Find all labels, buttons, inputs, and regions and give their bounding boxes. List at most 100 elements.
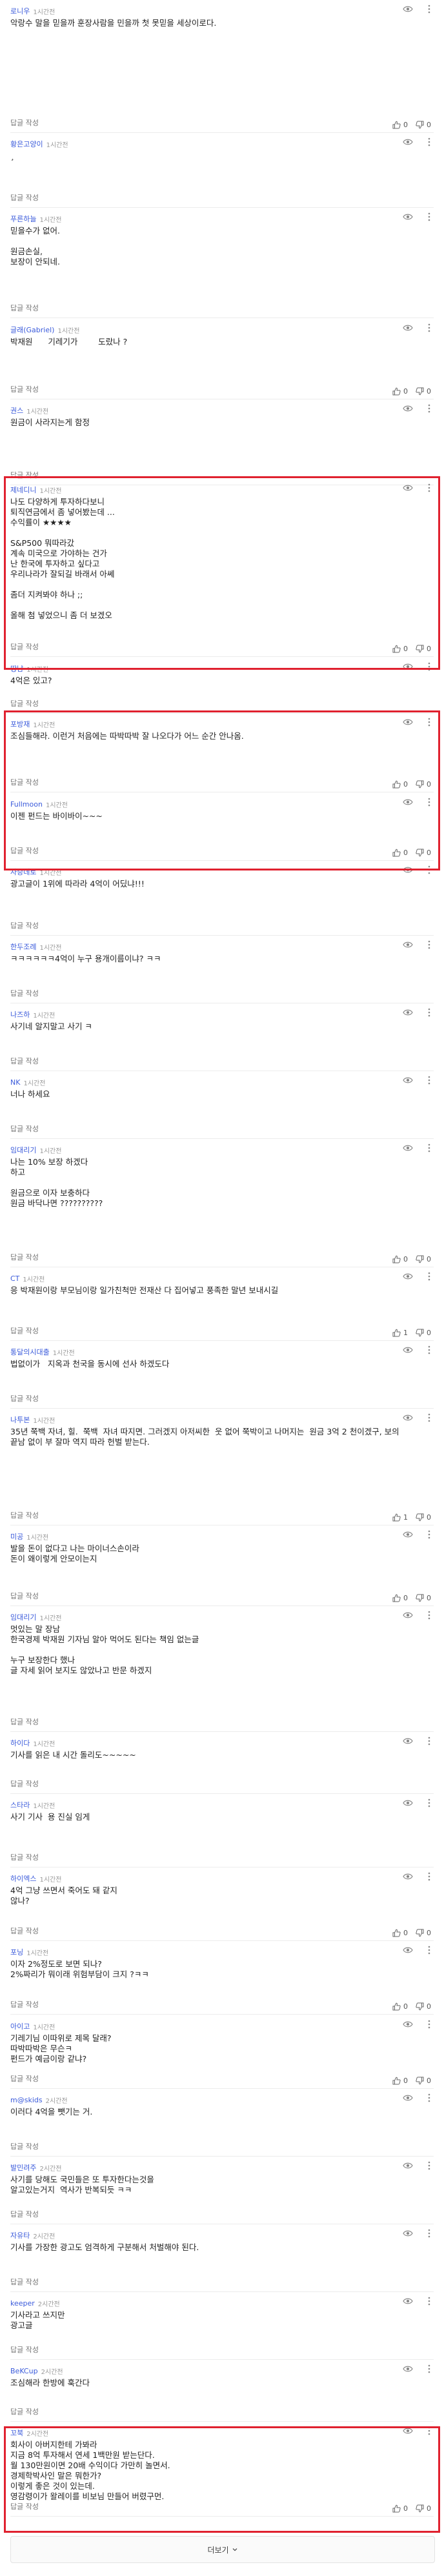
more-options-icon[interactable] [427, 865, 431, 874]
comment-author[interactable]: 로니우 [10, 6, 30, 16]
comment-author[interactable]: 땅남 [10, 663, 23, 674]
comment-author[interactable]: 권스 [10, 405, 23, 416]
reply-button[interactable]: 답글 작성 [10, 845, 39, 856]
eye-icon[interactable] [403, 1009, 413, 1016]
eye-icon[interactable] [403, 663, 413, 670]
more-options-icon[interactable] [427, 2426, 431, 2435]
comment-author[interactable]: 하이엑스 [10, 1873, 36, 1884]
eye-icon[interactable] [403, 213, 413, 221]
reply-button[interactable]: 답글 작성 [10, 777, 39, 787]
comment-author[interactable]: 황은고양이 [10, 139, 43, 149]
more-options-icon[interactable] [427, 323, 431, 332]
more-options-icon[interactable] [427, 1736, 431, 1746]
dislike-button[interactable]: 0 [416, 2504, 431, 2513]
more-options-icon[interactable] [427, 483, 431, 492]
comment-author[interactable]: 한두조례 [10, 941, 36, 952]
eye-icon[interactable] [403, 5, 413, 13]
dislike-button[interactable]: 0 [416, 645, 431, 653]
comment-author[interactable]: NK [10, 1078, 20, 1087]
more-options-icon[interactable] [427, 1946, 431, 1955]
eye-icon[interactable] [403, 1946, 413, 1954]
reply-button[interactable]: 답글 작성 [10, 920, 39, 931]
dislike-button[interactable]: 0 [416, 1594, 431, 1602]
more-options-icon[interactable] [427, 2020, 431, 2029]
more-options-icon[interactable] [427, 1611, 431, 1620]
more-options-icon[interactable] [427, 2229, 431, 2238]
comment-author[interactable]: 포닝 [10, 1947, 23, 1957]
eye-icon[interactable] [403, 2162, 413, 2169]
comment-author[interactable]: 자유타 [10, 2230, 30, 2240]
more-options-icon[interactable] [427, 2093, 431, 2102]
more-options-icon[interactable] [427, 1530, 431, 1539]
reply-button[interactable]: 답글 작성 [10, 1591, 39, 1601]
more-options-icon[interactable] [427, 1345, 431, 1354]
comment-author[interactable]: 꼬북 [10, 2428, 23, 2438]
eye-icon[interactable] [403, 1346, 413, 1354]
more-options-icon[interactable] [427, 798, 431, 807]
like-button[interactable]: 0 [392, 849, 408, 857]
reply-button[interactable]: 답글 작성 [10, 2406, 39, 2417]
comment-author[interactable]: 아이고 [10, 2021, 30, 2031]
comment-author[interactable]: 스타라 [10, 1800, 30, 1810]
reply-button[interactable]: 답글 작성 [10, 1123, 39, 1134]
like-button[interactable]: 0 [392, 387, 408, 396]
like-button[interactable]: 0 [392, 780, 408, 789]
more-comments-button[interactable]: 더보기 [10, 2536, 435, 2563]
reply-button[interactable]: 답글 작성 [10, 192, 39, 203]
dislike-button[interactable]: 0 [416, 1513, 431, 1522]
comment-author[interactable]: CT [10, 1274, 19, 1283]
like-button[interactable]: 0 [392, 2077, 408, 2085]
more-options-icon[interactable] [427, 2161, 431, 2170]
more-options-icon[interactable] [427, 1413, 431, 1422]
reply-button[interactable]: 답글 작성 [10, 698, 39, 709]
eye-icon[interactable] [403, 324, 413, 332]
reply-button[interactable]: 답글 작성 [10, 1510, 39, 1520]
more-options-icon[interactable] [427, 1008, 431, 1017]
reply-button[interactable]: 답글 작성 [10, 1999, 39, 2009]
dislike-button[interactable]: 0 [416, 2077, 431, 2085]
more-options-icon[interactable] [427, 2364, 431, 2373]
comment-author[interactable]: 통달의시대출 [10, 1347, 50, 1357]
dislike-button[interactable]: 0 [416, 121, 431, 129]
more-options-icon[interactable] [427, 1872, 431, 1881]
like-button[interactable]: 0 [392, 2002, 408, 2011]
more-options-icon[interactable] [427, 940, 431, 949]
reply-button[interactable]: 답글 작성 [10, 2501, 39, 2511]
eye-icon[interactable] [403, 1273, 413, 1280]
eye-icon[interactable] [403, 2229, 413, 2237]
eye-icon[interactable] [403, 1873, 413, 1880]
reply-button[interactable]: 답글 작성 [10, 2277, 39, 2287]
eye-icon[interactable] [403, 2020, 413, 2028]
like-button[interactable]: 1 [392, 1513, 408, 1522]
like-button[interactable]: 0 [392, 1255, 408, 1263]
more-options-icon[interactable] [427, 137, 431, 146]
eye-icon[interactable] [403, 138, 413, 146]
more-options-icon[interactable] [427, 662, 431, 671]
reply-button[interactable]: 답글 작성 [10, 2344, 39, 2355]
comment-author[interactable]: 자승데로 [10, 867, 36, 877]
comment-author[interactable]: 임대리기 [10, 1145, 36, 1155]
eye-icon[interactable] [403, 1414, 413, 1422]
eye-icon[interactable] [403, 2365, 413, 2373]
dislike-button[interactable]: 0 [416, 849, 431, 857]
more-options-icon[interactable] [427, 1076, 431, 1085]
reply-button[interactable]: 답글 작성 [10, 1393, 39, 1404]
reply-button[interactable]: 답글 작성 [10, 2209, 39, 2219]
like-button[interactable]: 0 [392, 1594, 408, 1602]
like-button[interactable]: 0 [392, 2504, 408, 2513]
eye-icon[interactable] [403, 941, 413, 949]
reply-button[interactable]: 답글 작성 [10, 1716, 39, 1727]
eye-icon[interactable] [403, 1737, 413, 1745]
eye-icon[interactable] [403, 484, 413, 492]
like-button[interactable]: 0 [392, 1929, 408, 1937]
eye-icon[interactable] [403, 1611, 413, 1619]
reply-button[interactable]: 답글 작성 [10, 1852, 39, 1862]
more-options-icon[interactable] [427, 212, 431, 221]
comment-author[interactable]: BeKCup [10, 2367, 38, 2375]
reply-button[interactable]: 답글 작성 [10, 988, 39, 998]
like-button[interactable]: 0 [392, 645, 408, 653]
reply-button[interactable]: 답글 작성 [10, 1056, 39, 1066]
more-options-icon[interactable] [427, 1798, 431, 1807]
more-options-icon[interactable] [427, 5, 431, 14]
reply-button[interactable]: 답글 작성 [10, 2141, 39, 2151]
